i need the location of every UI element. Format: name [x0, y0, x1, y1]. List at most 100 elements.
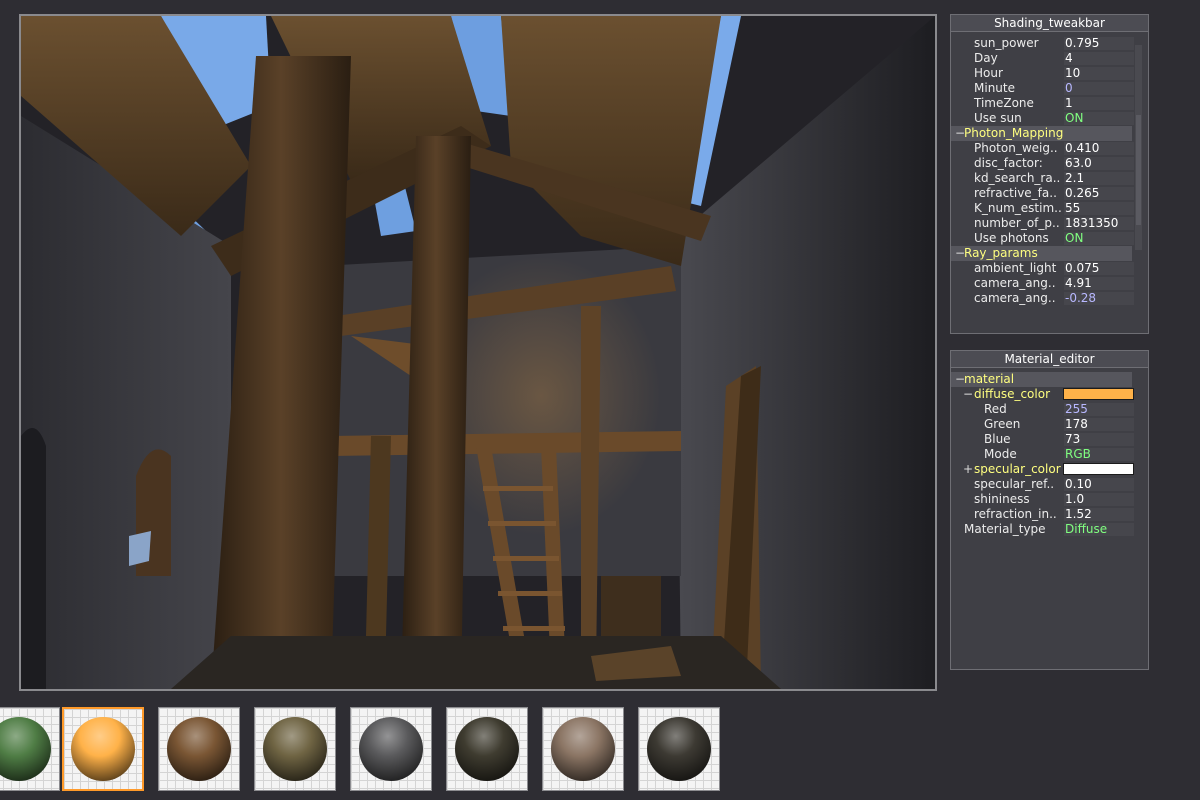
- material-sphere-preview: [167, 717, 231, 781]
- specular-color-swatch[interactable]: [1063, 463, 1134, 475]
- param-value[interactable]: 10: [1064, 67, 1134, 80]
- param-row-k-num-estimate[interactable]: K_num_estim.. 55: [951, 201, 1148, 216]
- param-value[interactable]: 0.10: [1064, 478, 1134, 491]
- param-label: refraction_in..: [974, 507, 1057, 521]
- material-editor-title[interactable]: Material_editor: [951, 351, 1148, 368]
- param-label: camera_ang..: [974, 276, 1056, 290]
- material-thumbnail[interactable]: [0, 707, 60, 791]
- param-value[interactable]: 4: [1064, 52, 1134, 65]
- param-label: Blue: [984, 432, 1011, 446]
- param-row-day[interactable]: Day 4: [951, 51, 1148, 66]
- expand-toggle-icon[interactable]: +: [963, 462, 973, 477]
- param-row-number-of-photons[interactable]: number_of_p.. 1831350: [951, 216, 1148, 231]
- param-row-diffuse-color[interactable]: − diffuse_color: [951, 387, 1148, 402]
- param-value[interactable]: 1831350: [1064, 217, 1134, 230]
- group-label: Photon_Mapping: [964, 126, 1064, 140]
- param-value[interactable]: 1.0: [1064, 493, 1134, 506]
- param-value[interactable]: 2.1: [1064, 172, 1134, 185]
- param-row-red[interactable]: Red 255: [951, 402, 1148, 417]
- material-thumbnail[interactable]: [158, 707, 240, 791]
- material-thumbnail[interactable]: [638, 707, 720, 791]
- material-sphere-preview: [263, 717, 327, 781]
- param-label: number_of_p..: [974, 216, 1060, 230]
- param-row-minute[interactable]: Minute 0: [951, 81, 1148, 96]
- param-value[interactable]: 0: [1064, 82, 1134, 95]
- collapse-toggle-icon[interactable]: −: [963, 387, 973, 402]
- material-sphere-preview: [0, 717, 51, 781]
- material-thumbnail[interactable]: [446, 707, 528, 791]
- material-thumbnail[interactable]: [62, 707, 144, 791]
- param-row-green[interactable]: Green 178: [951, 417, 1148, 432]
- param-value[interactable]: Diffuse: [1064, 523, 1134, 536]
- param-row-material-type[interactable]: Material_type Diffuse: [951, 522, 1148, 537]
- param-label: kd_search_ra..: [974, 171, 1061, 185]
- param-row-hour[interactable]: Hour 10: [951, 66, 1148, 81]
- material-sphere-preview: [359, 717, 423, 781]
- material-thumbnail[interactable]: [542, 707, 624, 791]
- param-row-photon-weight[interactable]: Photon_weig.. 0.410: [951, 141, 1148, 156]
- group-label: Ray_params: [964, 246, 1038, 260]
- param-label: ambient_light: [974, 261, 1057, 275]
- param-label: refractive_fa..: [974, 186, 1057, 200]
- param-row-kd-search-radius[interactable]: kd_search_ra.. 2.1: [951, 171, 1148, 186]
- render-viewport[interactable]: [19, 14, 937, 691]
- param-label: camera_ang..: [974, 291, 1056, 305]
- param-value[interactable]: 0.265: [1064, 187, 1134, 200]
- param-label: Minute: [974, 81, 1015, 95]
- param-value[interactable]: 73: [1064, 433, 1134, 446]
- param-value[interactable]: 1.52: [1064, 508, 1134, 521]
- material-editor-panel[interactable]: Material_editor − material − diffuse_col…: [950, 350, 1149, 670]
- param-label: diffuse_color: [974, 387, 1051, 401]
- param-row-mode[interactable]: Mode RGB: [951, 447, 1148, 462]
- material-thumbnail[interactable]: [350, 707, 432, 791]
- param-value[interactable]: ON: [1064, 112, 1134, 125]
- param-row-ambient-light[interactable]: ambient_light 0.075: [951, 261, 1148, 276]
- param-label: Photon_weig..: [974, 141, 1058, 155]
- panel-scrollbar[interactable]: [1135, 45, 1142, 250]
- group-ray-params[interactable]: − Ray_params: [951, 246, 1132, 261]
- param-value[interactable]: 255: [1064, 403, 1134, 416]
- param-label: K_num_estim..: [974, 201, 1062, 215]
- param-label: Hour: [974, 66, 1003, 80]
- param-value[interactable]: 4.91: [1064, 277, 1134, 290]
- param-row-use-photons[interactable]: Use photons ON: [951, 231, 1148, 246]
- param-row-camera-angle-1[interactable]: camera_ang.. 4.91: [951, 276, 1148, 291]
- shading-tweakbar-title[interactable]: Shading_tweakbar: [951, 15, 1148, 32]
- param-label: disc_factor:: [974, 156, 1043, 170]
- param-row-disc-factor[interactable]: disc_factor: 63.0: [951, 156, 1148, 171]
- param-value[interactable]: 178: [1064, 418, 1134, 431]
- param-row-use-sun[interactable]: Use sun ON: [951, 111, 1148, 126]
- group-photon-mapping[interactable]: − Photon_Mapping: [951, 126, 1132, 141]
- param-label: Day: [974, 51, 998, 65]
- param-value[interactable]: ON: [1064, 232, 1134, 245]
- material-sphere-preview: [455, 717, 519, 781]
- param-value[interactable]: -0.28: [1064, 292, 1134, 305]
- param-row-shininess[interactable]: shininess 1.0: [951, 492, 1148, 507]
- material-thumbnail[interactable]: [254, 707, 336, 791]
- param-row-sun-power[interactable]: sun_power 0.795: [951, 36, 1148, 51]
- param-row-blue[interactable]: Blue 73: [951, 432, 1148, 447]
- param-value[interactable]: 0.795: [1064, 37, 1134, 50]
- param-value[interactable]: 1: [1064, 97, 1134, 110]
- param-row-timezone[interactable]: TimeZone 1: [951, 96, 1148, 111]
- param-value[interactable]: 63.0: [1064, 157, 1134, 170]
- param-value[interactable]: RGB: [1064, 448, 1134, 461]
- param-label: specular_color: [974, 462, 1061, 476]
- param-label: Green: [984, 417, 1021, 431]
- param-row-specular-reflection[interactable]: specular_ref.. 0.10: [951, 477, 1148, 492]
- param-label: Mode: [984, 447, 1017, 461]
- param-row-refractive-factor[interactable]: refractive_fa.. 0.265: [951, 186, 1148, 201]
- group-material[interactable]: − material: [951, 372, 1132, 387]
- shading-tweakbar-panel[interactable]: Shading_tweakbar sun_power 0.795 Day 4 H…: [950, 14, 1149, 334]
- param-value[interactable]: 55: [1064, 202, 1134, 215]
- diffuse-color-swatch[interactable]: [1063, 388, 1134, 400]
- param-value[interactable]: 0.075: [1064, 262, 1134, 275]
- param-label: shininess: [974, 492, 1030, 506]
- param-row-camera-angle-2[interactable]: camera_ang.. -0.28: [951, 291, 1148, 306]
- param-value[interactable]: 0.410: [1064, 142, 1134, 155]
- scrollbar-thumb[interactable]: [1136, 115, 1141, 225]
- param-label: specular_ref..: [974, 477, 1055, 491]
- param-row-refraction-index[interactable]: refraction_in.. 1.52: [951, 507, 1148, 522]
- param-row-specular-color[interactable]: + specular_color: [951, 462, 1148, 477]
- group-label: material: [964, 372, 1015, 386]
